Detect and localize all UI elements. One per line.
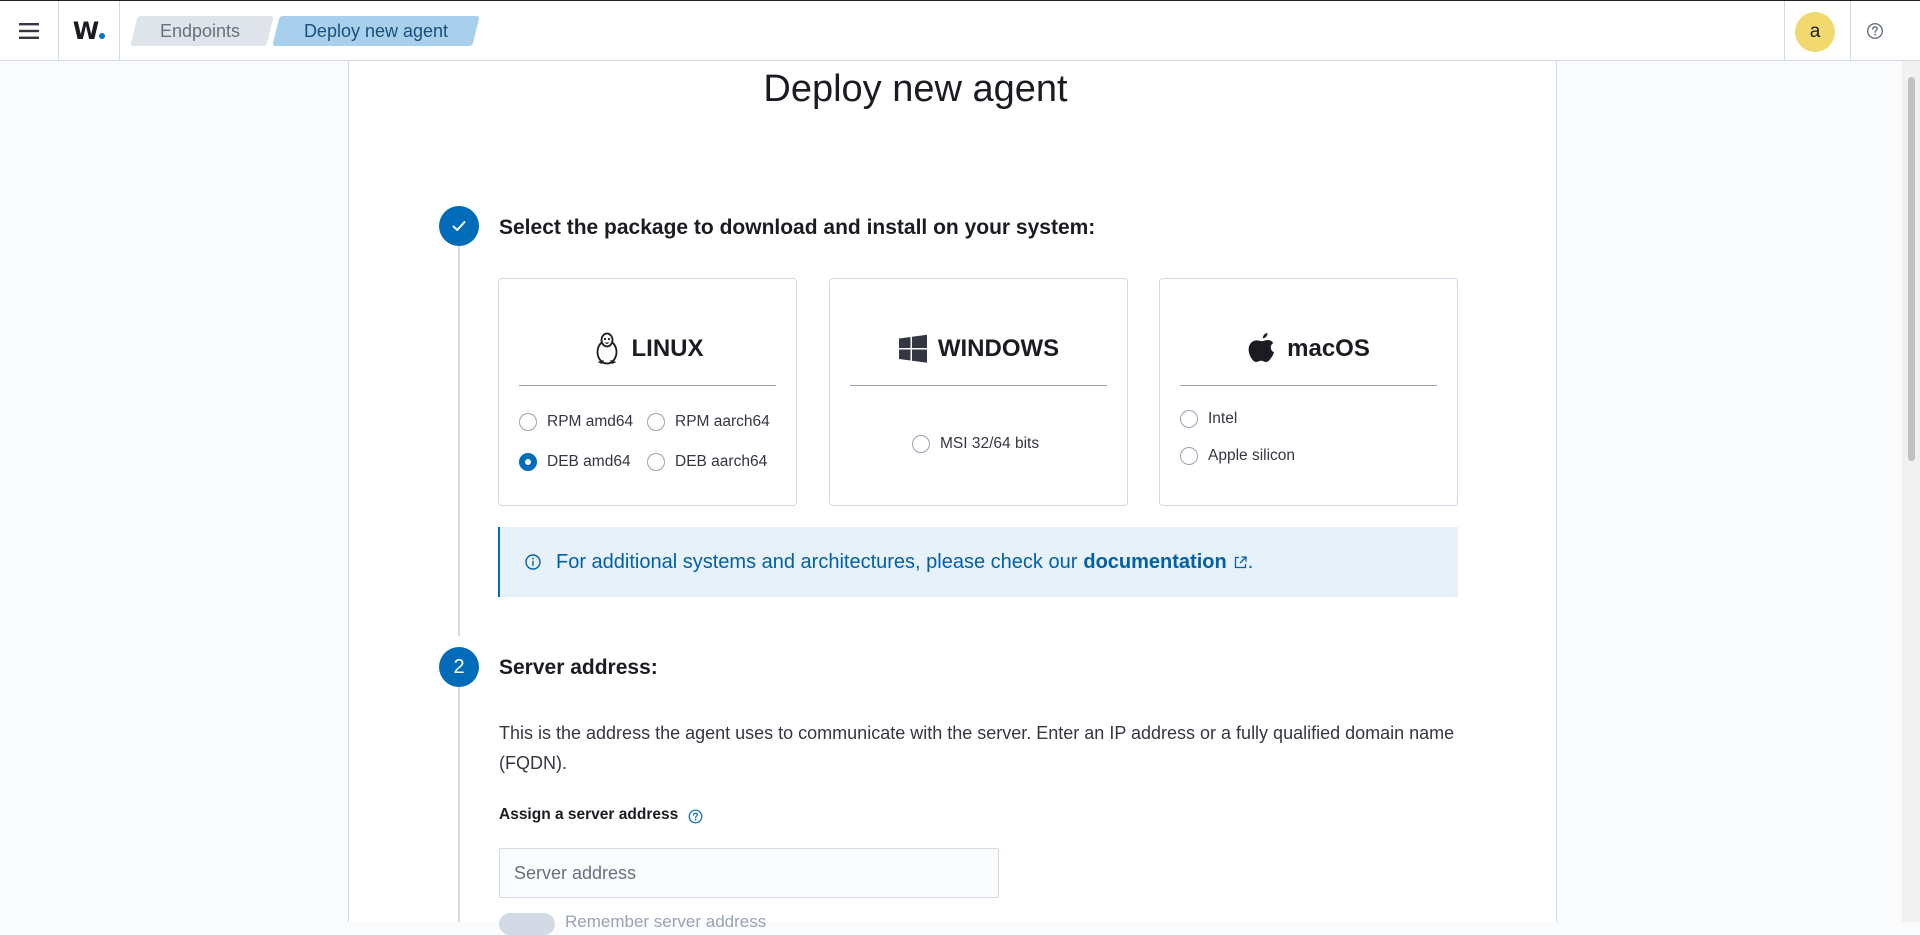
server-address-input[interactable] bbox=[499, 848, 999, 898]
app-logo[interactable]: W bbox=[59, 1, 120, 61]
remember-server-label: Remember server address bbox=[565, 912, 767, 931]
macos-card-header: macOS bbox=[1180, 333, 1437, 365]
radio-label: RPM amd64 bbox=[547, 413, 634, 430]
step-connector bbox=[458, 246, 460, 636]
logo-text: W bbox=[73, 17, 106, 45]
info-callout: For additional systems and architectures… bbox=[498, 527, 1458, 597]
info-icon bbox=[525, 554, 541, 570]
windows-icon bbox=[898, 334, 927, 363]
menu-button[interactable] bbox=[0, 1, 59, 61]
linux-card: LINUX RPM amd64 RPM aarch64 DEB amd64 DE… bbox=[498, 278, 797, 506]
breadcrumb-endpoints[interactable]: Endpoints bbox=[134, 16, 266, 46]
hamburger-icon bbox=[19, 23, 39, 39]
callout-text: For additional systems and architectures… bbox=[556, 550, 1078, 573]
card-divider bbox=[519, 385, 776, 386]
step-2-title: Server address: bbox=[499, 656, 658, 679]
question-circle-icon[interactable] bbox=[688, 809, 703, 824]
radio-label: DEB aarch64 bbox=[675, 453, 768, 470]
windows-card: WINDOWS MSI 32/64 bits bbox=[829, 278, 1128, 506]
help-icon[interactable] bbox=[1866, 22, 1884, 40]
logo-accent-dot bbox=[99, 33, 106, 39]
radio-deb-aarch64[interactable]: DEB aarch64 bbox=[647, 453, 767, 471]
radio-rpm-amd64[interactable]: RPM amd64 bbox=[519, 413, 633, 431]
radio-rpm-aarch64[interactable]: RPM aarch64 bbox=[647, 413, 770, 431]
step-2-indicator: 2 bbox=[439, 647, 479, 687]
card-divider bbox=[850, 385, 1107, 386]
radio-msi-32-64[interactable]: MSI 32/64 bits bbox=[912, 435, 1039, 453]
radio-label: DEB amd64 bbox=[547, 453, 631, 470]
user-avatar[interactable]: a bbox=[1795, 12, 1835, 52]
step-1-title: Select the package to download and insta… bbox=[499, 216, 1096, 239]
remember-server-toggle[interactable] bbox=[499, 913, 555, 935]
linux-card-header: LINUX bbox=[519, 332, 776, 365]
documentation-link[interactable]: documentation bbox=[1083, 551, 1226, 574]
radio-button[interactable] bbox=[912, 435, 930, 453]
step-1-indicator bbox=[439, 206, 479, 246]
windows-card-header: WINDOWS bbox=[850, 333, 1107, 365]
callout-suffix: . bbox=[1247, 550, 1254, 573]
radio-label: Apple silicon bbox=[1208, 447, 1296, 464]
page-scrollbar[interactable] bbox=[1902, 61, 1920, 922]
macos-title: macOS bbox=[1287, 335, 1370, 362]
card-divider bbox=[1180, 385, 1437, 386]
radio-button[interactable] bbox=[1180, 447, 1198, 465]
linux-penguin-icon bbox=[596, 332, 617, 365]
external-link-icon[interactable] bbox=[1233, 555, 1248, 570]
breadcrumb-deploy-new-agent: Deploy new agent bbox=[303, 21, 449, 41]
radio-label: Intel bbox=[1208, 410, 1238, 427]
macos-card: macOS Intel Apple silicon bbox=[1159, 278, 1458, 506]
radio-intel[interactable]: Intel bbox=[1180, 410, 1237, 428]
server-address-description: This is the address the agent uses to co… bbox=[499, 723, 1455, 773]
radio-button[interactable] bbox=[647, 413, 665, 431]
radio-button-selected[interactable] bbox=[519, 453, 537, 471]
radio-apple-silicon[interactable]: Apple silicon bbox=[1180, 447, 1295, 465]
radio-label: MSI 32/64 bits bbox=[940, 435, 1040, 452]
radio-button[interactable] bbox=[647, 453, 665, 471]
linux-title: LINUX bbox=[631, 335, 704, 362]
radio-button[interactable] bbox=[1180, 410, 1198, 428]
check-icon bbox=[452, 221, 466, 231]
server-address-label: Assign a server address bbox=[499, 806, 679, 823]
radio-button[interactable] bbox=[519, 413, 537, 431]
header-divider bbox=[1784, 1, 1785, 61]
windows-title: WINDOWS bbox=[937, 335, 1060, 362]
scrollbar-thumb[interactable] bbox=[1908, 77, 1915, 461]
page-title: Deploy new agent bbox=[763, 68, 1068, 110]
step-connector bbox=[458, 686, 460, 922]
radio-label: RPM aarch64 bbox=[675, 413, 770, 430]
radio-deb-amd64[interactable]: DEB amd64 bbox=[519, 453, 631, 471]
header-divider bbox=[1850, 1, 1851, 61]
apple-icon bbox=[1248, 333, 1275, 362]
